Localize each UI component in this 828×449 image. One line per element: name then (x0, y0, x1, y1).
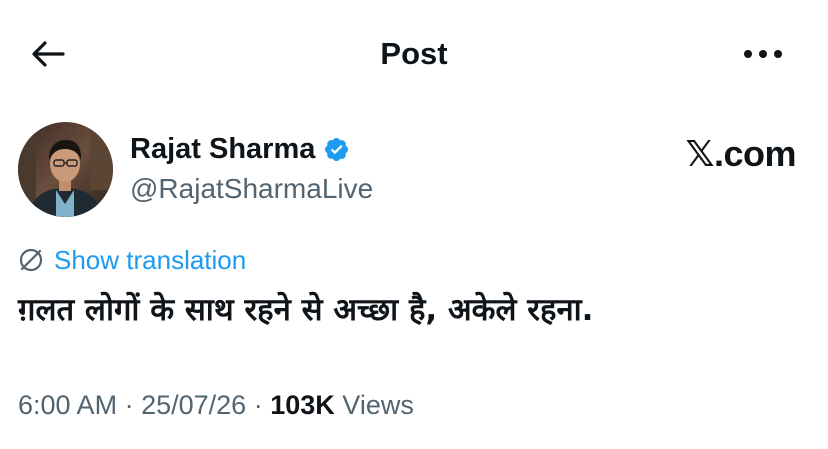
x-brand-watermark: 𝕏.com (685, 133, 796, 174)
show-translation-label: Show translation (54, 244, 247, 275)
views-count: 103K (270, 390, 335, 420)
author-name[interactable]: Rajat Sharma (130, 130, 315, 168)
post-time[interactable]: 6:00 AM (18, 390, 117, 420)
author-name-row: Rajat Sharma (130, 130, 350, 168)
arrow-left-icon (32, 41, 65, 67)
page-title: Post (380, 36, 448, 71)
verified-badge-icon (325, 137, 349, 161)
more-horizontal-icon (744, 50, 782, 58)
post-text: ग़लत लोगों के साथ रहने से अच्छा है, अकेल… (18, 292, 594, 328)
avatar[interactable] (18, 122, 113, 217)
post-meta: 6:00 AM · 25/07/26 · 103K Views (18, 386, 414, 424)
back-button[interactable] (26, 34, 70, 74)
author-handle[interactable]: @RajatSharmaLive (130, 170, 373, 208)
translate-globe-icon (19, 248, 43, 272)
meta-separator: · (124, 390, 134, 420)
views-label[interactable]: Views (342, 390, 414, 420)
show-translation-link[interactable]: Show translation (18, 243, 246, 277)
post-date[interactable]: 25/07/26 (141, 390, 246, 420)
more-options-button[interactable] (738, 34, 788, 74)
meta-separator: · (253, 390, 263, 420)
